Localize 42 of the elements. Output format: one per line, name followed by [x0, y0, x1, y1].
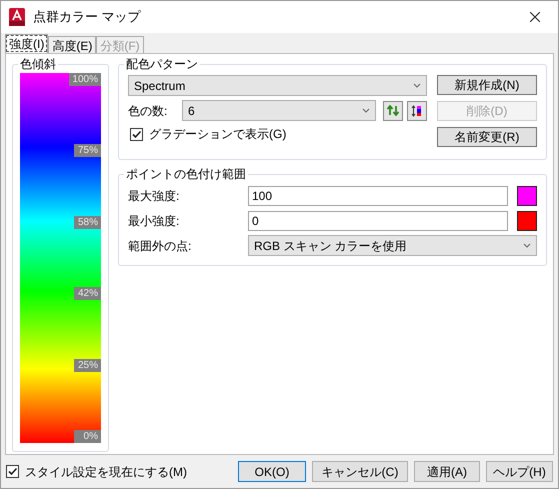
scheme-dropdown[interactable]: Spectrum — [128, 75, 427, 96]
field-label: 最大強度: — [128, 188, 180, 204]
group-title: 色傾斜 — [18, 56, 58, 72]
reverse-button[interactable] — [383, 100, 403, 120]
scheme-button[interactable]: 名前変更(R) — [437, 127, 537, 147]
input-field[interactable]: 100 — [248, 186, 508, 206]
group-title: ポイントの色付け範囲 — [124, 166, 248, 182]
color-swatch[interactable] — [517, 186, 537, 206]
gradient-mark-label: 58% — [74, 216, 101, 229]
field-label: 範囲外の点: — [128, 238, 192, 254]
gradient-button[interactable] — [407, 100, 427, 120]
field-label: 色の数: — [128, 102, 168, 120]
dialog-button[interactable]: キャンセル(C) — [312, 461, 408, 482]
gradient-mark-label: 100% — [69, 73, 101, 86]
close-icon — [530, 12, 540, 22]
tab[interactable]: 強度(I) — [5, 34, 48, 53]
dialog-button[interactable]: ヘルプ(H) — [486, 461, 553, 482]
color-count-dropdown[interactable]: 6 — [182, 100, 376, 121]
checkbox[interactable] — [130, 128, 143, 140]
color-bar-icon — [411, 104, 423, 116]
outside-points-dropdown[interactable]: RGB スキャン カラーを使用 — [248, 235, 537, 256]
up-down-arrows-icon — [387, 105, 399, 116]
gradient-mark-label: 0% — [74, 430, 101, 443]
group-title: 配色パターン — [124, 56, 200, 72]
dialog-button[interactable]: OK(O) — [238, 461, 306, 482]
field-label: 最小強度: — [128, 212, 180, 230]
gradient-mark-label: 25% — [74, 358, 101, 372]
input-field[interactable]: 0 — [248, 210, 508, 230]
window-title: 点群カラー マップ — [33, 8, 141, 26]
chevron-icon — [362, 108, 370, 113]
dialog-button[interactable]: 適用(A) — [414, 461, 480, 482]
color-swatch[interactable] — [517, 210, 537, 230]
gradient-mark-label: 42% — [74, 287, 101, 300]
chevron-icon — [523, 243, 531, 248]
chevron-icon — [413, 83, 421, 88]
app-icon — [9, 8, 25, 26]
gradient-mark-label: 75% — [74, 144, 101, 158]
tab[interactable]: 高度(E) — [48, 36, 96, 53]
checkbox-label: グラデーションで表示(G) — [149, 126, 286, 143]
checkbox[interactable] — [6, 465, 19, 478]
checkbox-label: スタイル設定を現在にする(M) — [25, 464, 187, 480]
scheme-button[interactable]: 新規作成(N) — [437, 75, 537, 95]
